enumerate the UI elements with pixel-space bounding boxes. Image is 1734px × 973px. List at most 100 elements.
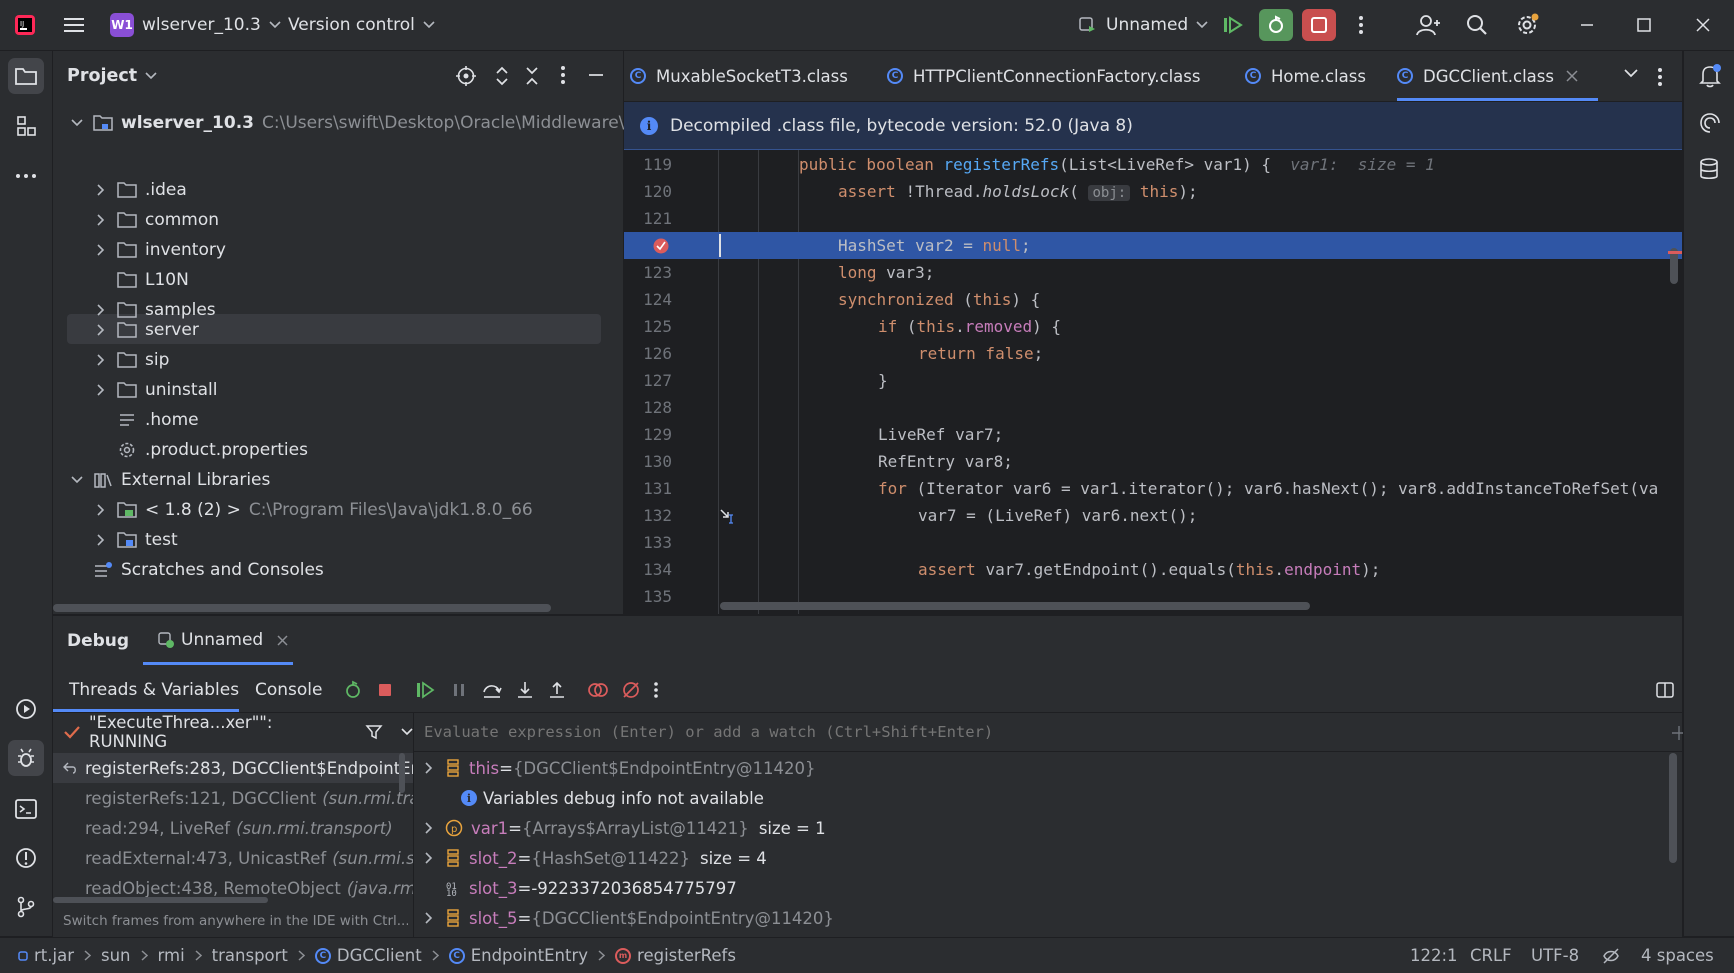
tab-http-client[interactable]: C HTTPClientConnectionFactory.class xyxy=(887,51,1200,101)
variables-scrollbar[interactable] xyxy=(1669,753,1677,863)
tree-item-jdk[interactable]: < 1.8 (2) > C:\Program Files\Java\jdk1.8… xyxy=(93,495,533,525)
project-tool-icon[interactable] xyxy=(8,58,44,94)
tree-item-sip[interactable]: sip xyxy=(93,345,169,375)
tab-muxable-socket[interactable]: C MuxableSocketT3.class xyxy=(630,51,848,101)
close-tab-icon[interactable] xyxy=(1566,70,1578,82)
rerun-debug-button[interactable] xyxy=(1259,9,1293,41)
readonly-icon[interactable] xyxy=(1601,938,1621,973)
tab-threads-variables[interactable]: Threads & Variables xyxy=(69,680,239,700)
variable-row-this[interactable]: this = {DGCClient$EndpointEntry@11420} xyxy=(423,753,816,783)
expand-all-icon[interactable] xyxy=(491,65,513,87)
filter-icon[interactable] xyxy=(365,723,383,741)
breadcrumb-item[interactable]: transport xyxy=(212,946,288,965)
breadcrumb-item[interactable]: DGCClient xyxy=(337,946,422,965)
evaluate-expression-input[interactable] xyxy=(414,713,1606,751)
code-area[interactable]: 119 public boolean registerRefs(List<Liv… xyxy=(624,150,1682,614)
line-separator[interactable]: CRLF xyxy=(1470,938,1512,973)
step-over-icon[interactable] xyxy=(481,680,503,700)
tab-dgcclient[interactable]: C DGCClient.class xyxy=(1397,51,1593,101)
step-into-icon[interactable] xyxy=(515,680,535,700)
more-options-icon[interactable] xyxy=(653,680,659,700)
search-icon[interactable] xyxy=(1460,9,1494,41)
tree-item-product-properties[interactable]: .product.properties xyxy=(117,435,308,465)
tab-options-icon[interactable] xyxy=(1657,67,1663,87)
app-logo-icon[interactable]: IJ xyxy=(14,0,36,50)
variable-row-slot3[interactable]: 01 10 slot_3 = -9223372036854775797 xyxy=(423,873,737,903)
editor-horizontal-scrollbar[interactable] xyxy=(720,602,1310,610)
locate-file-icon[interactable] xyxy=(455,65,477,87)
minimize-icon[interactable] xyxy=(1570,9,1604,41)
frame-row[interactable]: registerRefs:121, DGCClient (sun.rmi.tra… xyxy=(53,783,413,813)
chevron-down-icon[interactable] xyxy=(401,728,413,736)
more-tools-icon[interactable] xyxy=(8,158,44,194)
tree-item-idea[interactable]: .idea xyxy=(93,175,187,205)
debug-tool-icon[interactable] xyxy=(8,740,44,776)
frame-row[interactable]: readExternal:473, UnicastRef (sun.rmi.se… xyxy=(53,843,413,873)
ai-assistant-icon[interactable] xyxy=(1698,111,1722,135)
git-tool-icon[interactable] xyxy=(8,889,44,925)
close-window-icon[interactable] xyxy=(1686,9,1720,41)
project-panel-header[interactable]: Project xyxy=(67,51,157,101)
breadcrumb-item[interactable]: rmi xyxy=(158,946,185,965)
collapse-all-icon[interactable] xyxy=(521,65,543,87)
frames-vertical-scrollbar[interactable] xyxy=(399,753,405,793)
terminal-tool-icon[interactable] xyxy=(8,791,44,827)
view-breakpoints-icon[interactable] xyxy=(587,680,609,700)
panel-options-icon[interactable] xyxy=(560,65,566,85)
step-out-icon[interactable] xyxy=(547,680,567,700)
add-user-icon[interactable] xyxy=(1411,9,1445,41)
tab-list-chevron-icon[interactable] xyxy=(1624,69,1638,79)
horizontal-scrollbar[interactable] xyxy=(53,604,551,612)
rerun-icon[interactable] xyxy=(343,680,363,700)
tree-item-l10n[interactable]: L10N xyxy=(117,265,189,295)
variable-row-slot5[interactable]: slot_5 = {DGCClient$EndpointEntry@11420} xyxy=(423,903,834,933)
database-icon[interactable] xyxy=(1698,157,1720,181)
pause-icon[interactable] xyxy=(449,680,469,700)
tab-home[interactable]: C Home.class xyxy=(1245,51,1366,101)
close-icon[interactable] xyxy=(277,634,288,646)
frame-row[interactable]: read:294, LiveRef (sun.rmi.transport) xyxy=(53,813,413,843)
stop-button[interactable] xyxy=(1302,9,1336,41)
debug-session-tab[interactable]: Unnamed xyxy=(157,616,288,664)
tree-item-scratches[interactable]: Scratches and Consoles xyxy=(93,555,324,585)
breakpoint-icon[interactable] xyxy=(652,237,670,255)
resume-icon[interactable] xyxy=(415,680,437,700)
chevron-down-icon xyxy=(1196,21,1208,29)
stop-icon[interactable] xyxy=(375,680,395,700)
hide-panel-icon[interactable] xyxy=(587,65,605,85)
notifications-bell-icon[interactable] xyxy=(1698,63,1722,89)
vcs-menu[interactable]: Version control xyxy=(288,0,435,50)
project-switcher[interactable]: W1 wlserver_10.3 xyxy=(110,0,281,50)
tree-item-inventory[interactable]: inventory xyxy=(93,235,226,265)
tree-item-common[interactable]: common xyxy=(93,205,219,235)
tree-item-server[interactable]: server xyxy=(93,315,199,345)
breadcrumb-item[interactable]: EndpointEntry xyxy=(471,946,588,965)
frames-scrollbar[interactable] xyxy=(53,897,268,903)
maximize-icon[interactable] xyxy=(1627,9,1661,41)
main-menu-icon[interactable] xyxy=(62,0,86,50)
variable-row-slot2[interactable]: slot_2 = {HashSet@11422} size = 4 xyxy=(423,843,767,873)
mute-breakpoints-icon[interactable] xyxy=(621,680,641,700)
file-encoding[interactable]: UTF-8 xyxy=(1531,938,1579,973)
breadcrumb-item[interactable]: rt.jar xyxy=(34,946,74,965)
run-config-selector[interactable]: Unnamed xyxy=(1078,0,1208,50)
indent-setting[interactable]: 4 spaces xyxy=(1641,938,1714,973)
thread-selector[interactable]: "ExecuteThrea...xer"": RUNNING xyxy=(53,713,413,751)
tree-external-libraries[interactable]: External Libraries xyxy=(69,465,270,495)
tab-console[interactable]: Console xyxy=(255,680,323,700)
settings-gear-icon[interactable] xyxy=(1510,9,1544,41)
tree-item-test[interactable]: test xyxy=(93,525,178,555)
breadcrumb-item[interactable]: sun xyxy=(101,946,131,965)
frame-row[interactable]: registerRefs:283, DGCClient$EndpointEntr… xyxy=(53,753,413,783)
variable-row-var1[interactable]: p var1 = {Arrays$ArrayList@11421} size =… xyxy=(423,813,826,843)
caret-position[interactable]: 122:1 xyxy=(1410,938,1458,973)
structure-tool-icon[interactable] xyxy=(8,108,44,144)
layout-settings-icon[interactable] xyxy=(1655,680,1675,700)
breadcrumb-item[interactable]: registerRefs xyxy=(637,946,736,965)
services-tool-icon[interactable] xyxy=(8,691,44,727)
tree-item-home[interactable]: .home xyxy=(117,405,199,435)
more-actions-icon[interactable] xyxy=(1344,9,1378,41)
resume-icon[interactable] xyxy=(1216,9,1250,41)
problems-tool-icon[interactable] xyxy=(8,840,44,876)
tree-item-uninstall[interactable]: uninstall xyxy=(93,375,217,405)
